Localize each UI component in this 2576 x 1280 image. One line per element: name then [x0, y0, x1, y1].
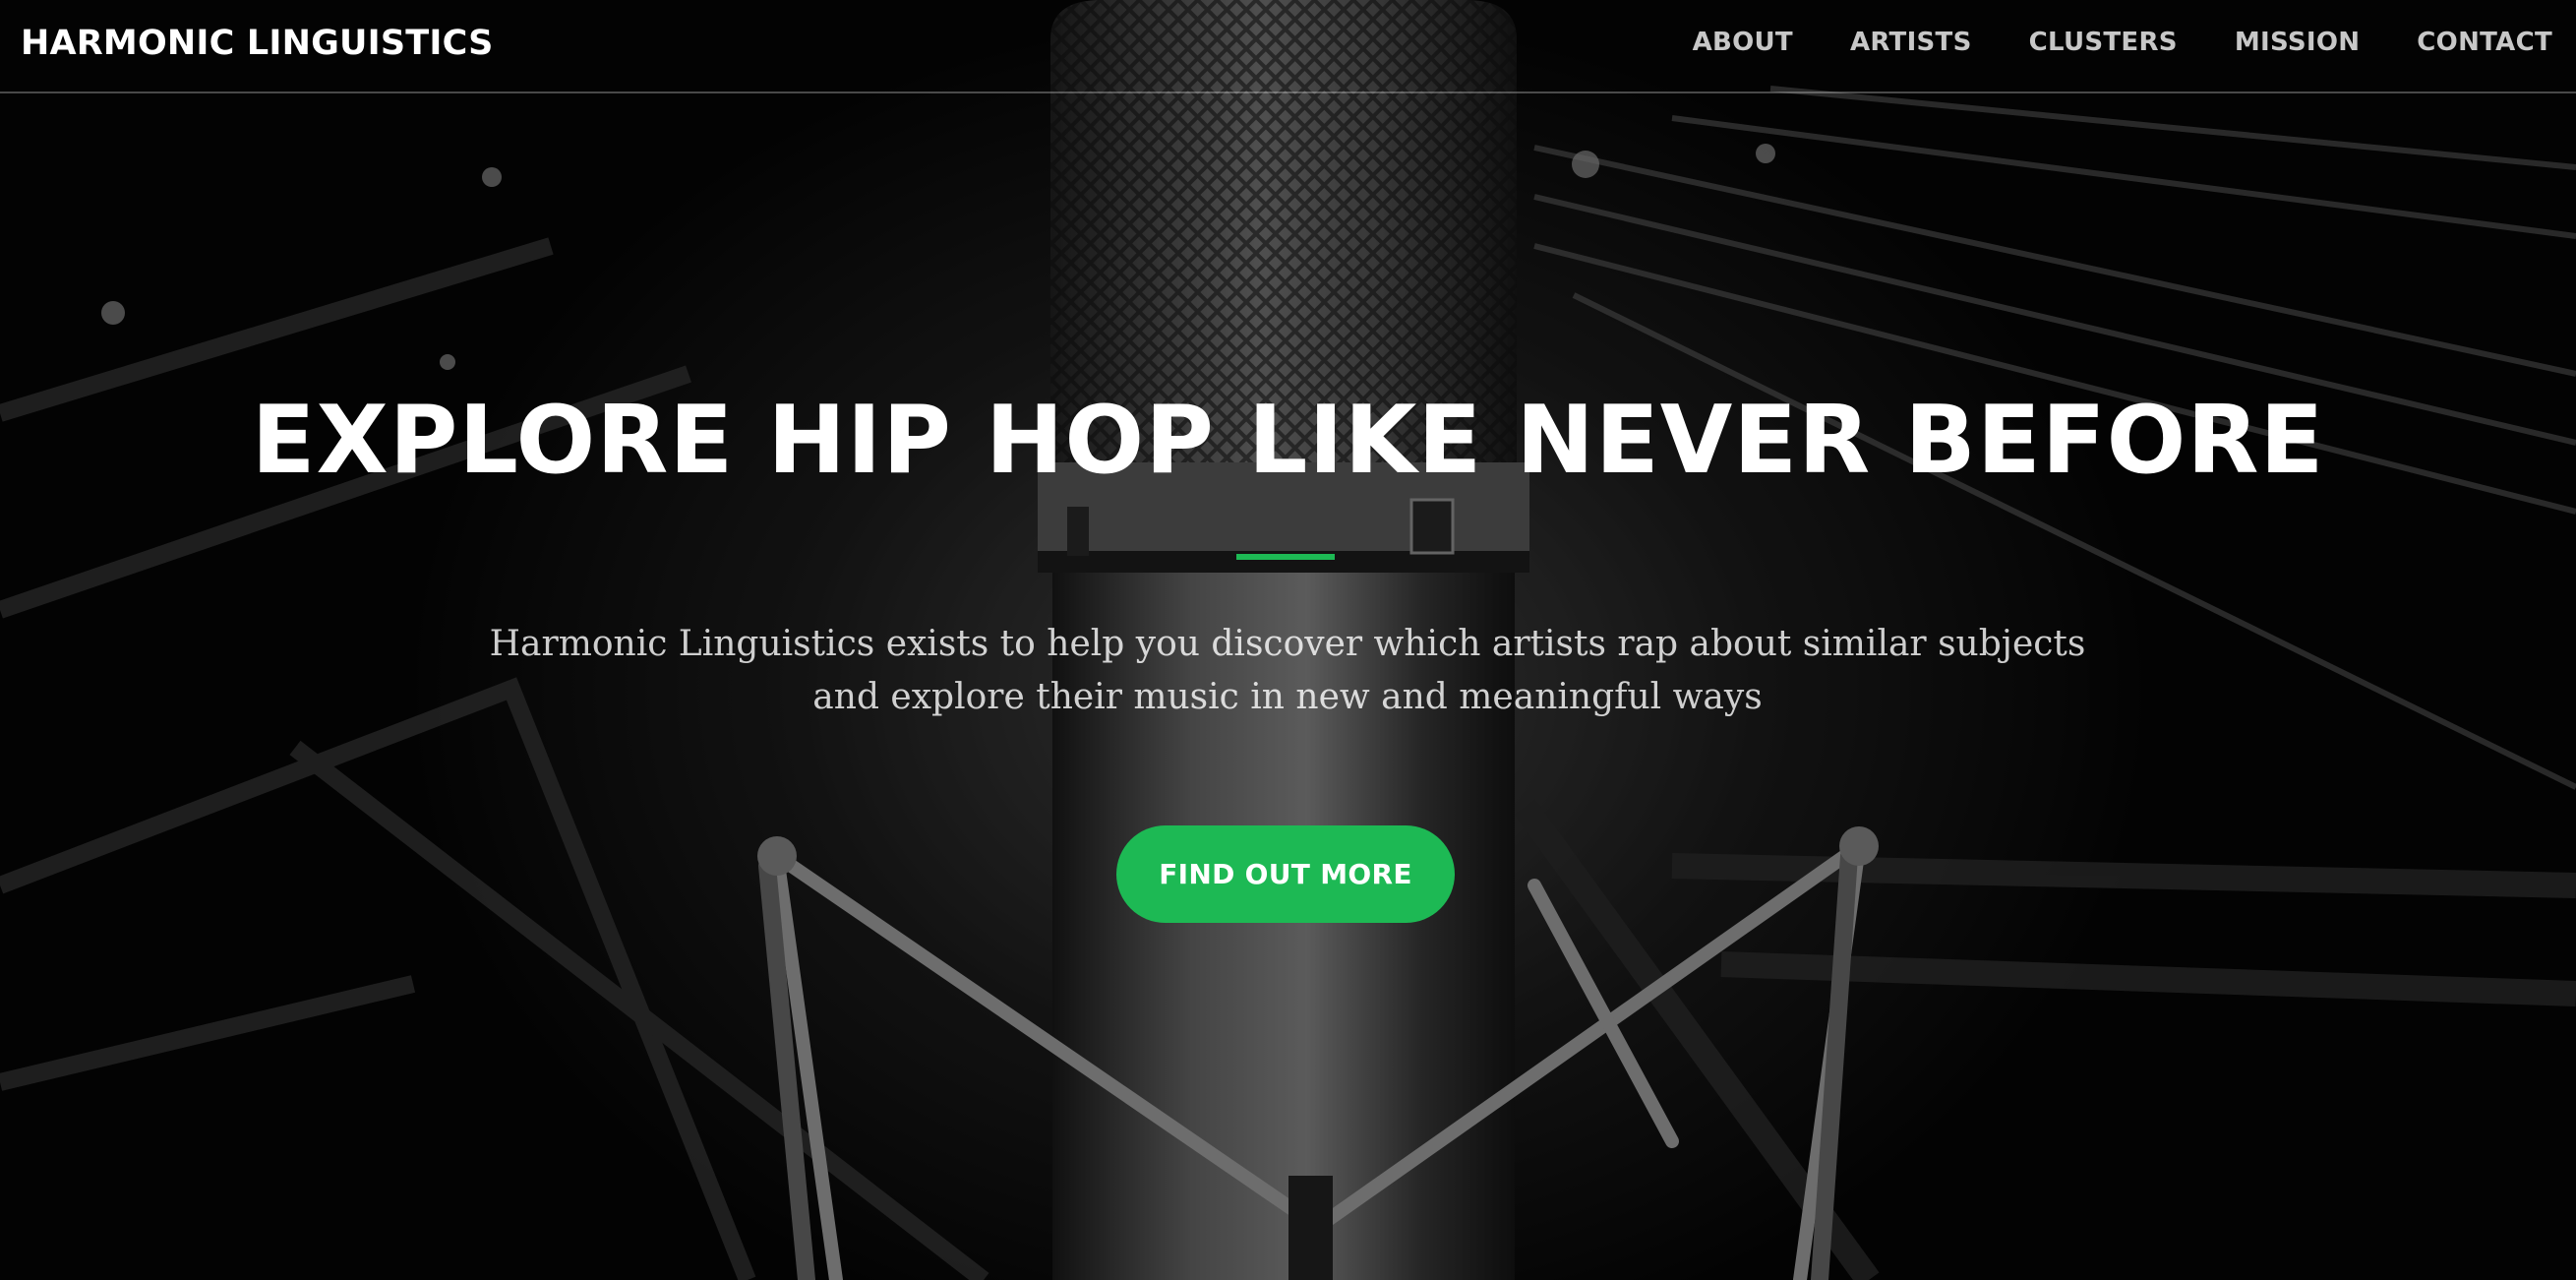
hero-lead-line-1: Harmonic Linguistics exists to help you …: [489, 624, 2086, 664]
nav-item-mission: MISSION: [2235, 28, 2360, 57]
hero-headline: EXPLORE HIP HOP LIKE NEVER BEFORE: [251, 387, 2325, 495]
nav-links: ABOUT ARTISTS CLUSTERS MISSION CONTACT: [1693, 28, 2552, 57]
nav-link-artists[interactable]: ARTISTS: [1850, 28, 1972, 57]
nav-item-contact: CONTACT: [2417, 28, 2552, 57]
nav-link-about[interactable]: ABOUT: [1693, 28, 1793, 57]
nav-item-clusters: CLUSTERS: [2029, 28, 2178, 57]
brand-logo-link[interactable]: HARMONIC LINGUISTICS: [21, 24, 494, 63]
accent-divider: [1236, 554, 1335, 560]
nav-link-mission[interactable]: MISSION: [2235, 28, 2360, 57]
hero-lead-text: Harmonic Linguistics exists to help you …: [451, 618, 2124, 724]
nav-item-about: ABOUT: [1693, 28, 1793, 57]
hero-lead-line-2: and explore their music in new and meani…: [812, 677, 1763, 717]
top-navbar: HARMONIC LINGUISTICS ABOUT ARTISTS CLUST…: [0, 0, 2576, 93]
nav-link-clusters[interactable]: CLUSTERS: [2029, 28, 2178, 57]
nav-item-artists: ARTISTS: [1850, 28, 1972, 57]
find-out-more-button[interactable]: FIND OUT MORE: [1116, 825, 1455, 923]
nav-link-contact[interactable]: CONTACT: [2417, 28, 2552, 57]
